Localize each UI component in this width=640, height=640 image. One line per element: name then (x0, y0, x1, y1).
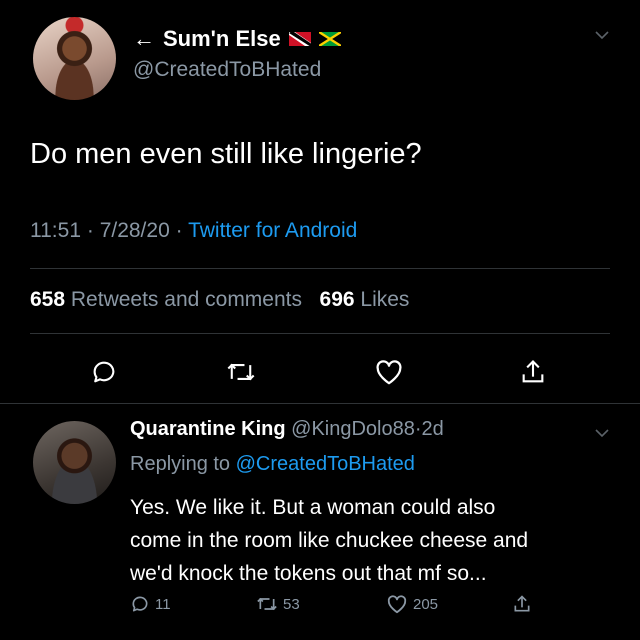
reply-retweet-button[interactable]: 53 (256, 594, 300, 614)
tweet-text: Do men even still like lingerie? (30, 138, 422, 170)
reply-author-handle[interactable]: @KingDolo88 (291, 418, 415, 440)
share-icon (514, 595, 530, 612)
replying-to-link[interactable]: @CreatedToBHated (236, 453, 415, 475)
reply-author-avatar[interactable] (33, 421, 116, 504)
reply-icon (93, 361, 115, 383)
author-avatar[interactable] (33, 17, 116, 100)
retweet-button[interactable] (223, 354, 259, 390)
author-name-row[interactable]: ← Sum'n Else (133, 26, 341, 52)
divider (30, 268, 610, 269)
likes-label[interactable]: Likes (360, 288, 409, 311)
share-button[interactable] (515, 354, 551, 390)
reply-share-button[interactable] (512, 594, 532, 614)
likes-count[interactable]: 696 (320, 288, 355, 311)
reply-count: 11 (155, 595, 171, 613)
reply-text-line: Yes. We like it. But a woman could also (130, 496, 496, 519)
trinidad-tobago-flag-icon (288, 32, 311, 46)
author-display-name: Sum'n Else (163, 26, 281, 51)
reply-icon (132, 596, 148, 612)
back-arrow-icon: ← (133, 26, 155, 51)
tweet-stats: 658 Retweets and comments 696 Likes (30, 288, 409, 312)
tweet-meta: 11:51 · 7/28/20 · Twitter for Android (30, 219, 358, 242)
section-separator (0, 403, 640, 404)
like-icon (387, 595, 407, 614)
share-icon (522, 360, 544, 383)
tweet-time: 11:51 (30, 219, 81, 242)
reply-like-count: 205 (413, 595, 439, 613)
tweet-date: 7/28/20 (99, 219, 170, 242)
replying-to: Replying to @CreatedToBHated (130, 453, 415, 475)
reply-text-line: come in the room like chuckee cheese and (130, 529, 529, 552)
reply-age: 2d (421, 418, 444, 440)
like-button[interactable] (371, 354, 407, 390)
reply-text-line: we'd knock the tokens out that mf so... (130, 562, 487, 585)
reply-like-button[interactable]: 205 (386, 594, 438, 614)
reply-header: Quarantine King @KingDolo88·2d (130, 418, 444, 440)
chevron-down-icon[interactable] (595, 30, 609, 40)
jamaica-flag-icon (318, 32, 341, 46)
author-handle[interactable]: @CreatedToBHated (133, 58, 321, 82)
retweets-label[interactable]: Retweets and comments (71, 288, 302, 311)
reply-retweet-count: 53 (283, 595, 300, 613)
like-icon (376, 360, 402, 385)
chevron-down-icon[interactable] (595, 428, 609, 438)
tweet-source-link[interactable]: Twitter for Android (188, 219, 357, 242)
reply-author-name[interactable]: Quarantine King (130, 418, 286, 440)
retweet-icon (257, 597, 277, 611)
retweets-count[interactable]: 658 (30, 288, 65, 311)
reply-reply-button[interactable]: 11 (130, 594, 171, 614)
retweet-icon (227, 363, 255, 381)
divider (30, 333, 610, 334)
reply-button[interactable] (86, 354, 122, 390)
